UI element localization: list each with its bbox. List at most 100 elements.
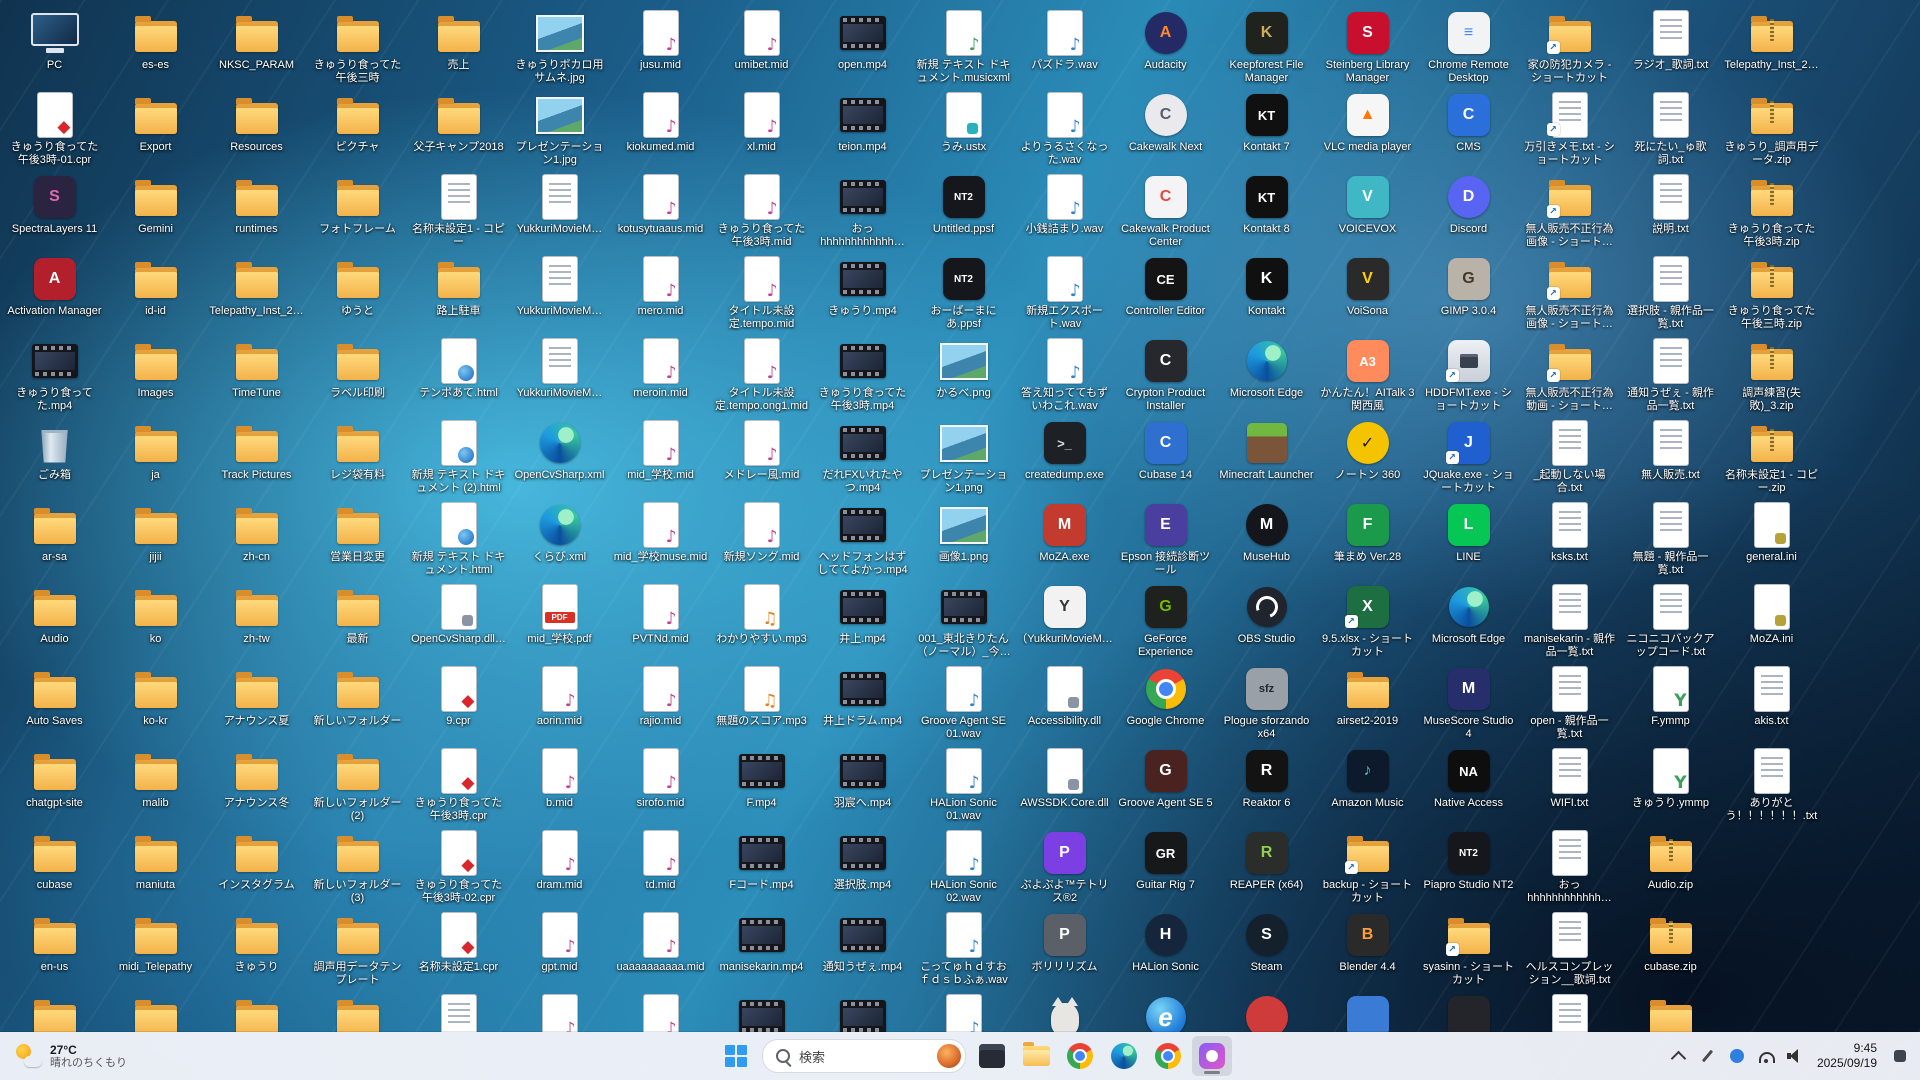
desktop-icon[interactable]: Y（YukkuriMovieM… — [1014, 580, 1115, 662]
taskbar-app-chrome[interactable] — [1060, 1036, 1100, 1076]
desktop-icon[interactable]: ♪答え知っててもずいわこれ.wav — [1014, 334, 1115, 416]
desktop-icon[interactable]: ↗家の防犯カメラ - ショートカット — [1519, 6, 1620, 88]
desktop-icon[interactable]: ♪HALion Sonic 02.wav — [913, 826, 1014, 908]
desktop-icon[interactable]: Audio — [4, 580, 105, 662]
desktop-icon[interactable]: GGIMP 3.0.4 — [1418, 252, 1519, 334]
desktop-icon[interactable]: KTKontakt 7 — [1216, 88, 1317, 170]
desktop-icon[interactable]: akis.txt — [1721, 662, 1822, 744]
desktop-icon[interactable]: midi_Telepathy — [105, 908, 206, 990]
desktop-icon[interactable]: ♪タイトル未設定.tempo.mid — [711, 252, 812, 334]
desktop-icon[interactable]: zh-cn — [206, 498, 307, 580]
desktop-icon[interactable] — [105, 990, 206, 1032]
desktop-icon[interactable]: ♪b.mid — [509, 744, 610, 826]
desktop-icon[interactable]: ♪新規 テキスト ドキュメント.musicxml — [913, 6, 1014, 88]
desktop-icon[interactable]: CCMS — [1418, 88, 1519, 170]
desktop-icon[interactable]: CCrypton Product Installer — [1115, 334, 1216, 416]
desktop-icon[interactable]: 通知うぜぇ - 親作品一覧.txt — [1620, 334, 1721, 416]
desktop-icon[interactable]: だれFXいれたやつ.mp4 — [812, 416, 913, 498]
desktop-icon[interactable]: 新しいフォルダー (2) — [307, 744, 408, 826]
desktop-icon[interactable]: 選択肢 - 親作品一覧.txt — [1620, 252, 1721, 334]
desktop-icon[interactable]: ♫無題のスコア.mp3 — [711, 662, 812, 744]
desktop-icon[interactable]: ko — [105, 580, 206, 662]
desktop-icon[interactable]: manisekarin - 親作品一覧.txt — [1519, 580, 1620, 662]
desktop-icon[interactable]: airset2-2019 — [1317, 662, 1418, 744]
desktop-icon[interactable]: きゅうり食ってた午後3時.mp4 — [812, 334, 913, 416]
desktop-icon[interactable]: ♪mid_学校.mid — [610, 416, 711, 498]
desktop-icon[interactable]: 最新 — [307, 580, 408, 662]
desktop-icon[interactable]: ♪mero.mid — [610, 252, 711, 334]
desktop-icon[interactable] — [1418, 990, 1519, 1032]
desktop-icon[interactable]: 説明.txt — [1620, 170, 1721, 252]
desktop-icon[interactable]: ↗万引きメモ.txt - ショートカット — [1519, 88, 1620, 170]
desktop-icon[interactable]: ja — [105, 416, 206, 498]
desktop-icon[interactable]: YukkuriMovieM… — [509, 252, 610, 334]
desktop-icon[interactable]: きゅうり食ってた.mp4 — [4, 334, 105, 416]
desktop-icon[interactable]: Resources — [206, 88, 307, 170]
desktop-icon[interactable]: AActivation Manager — [4, 252, 105, 334]
desktop-icon[interactable]: ヘルスコンプレッション__歌詞.txt — [1519, 908, 1620, 990]
desktop-icon[interactable]: アナウンス夏 — [206, 662, 307, 744]
desktop-icon[interactable]: _起動しない場合.txt — [1519, 416, 1620, 498]
desktop-icon[interactable]: 新規 テキスト ドキュメント (2).html — [408, 416, 509, 498]
desktop-icon[interactable]: 名称未設定1 - コピー — [408, 170, 509, 252]
desktop-icon[interactable]: sfzPlogue sforzando x64 — [1216, 662, 1317, 744]
search-input[interactable]: 検索 — [762, 1039, 966, 1073]
desktop-icon[interactable]: KKeepforest File Manager — [1216, 6, 1317, 88]
volume-icon[interactable] — [1786, 1036, 1804, 1076]
desktop-icon[interactable] — [1216, 990, 1317, 1032]
desktop-icon[interactable] — [1317, 990, 1418, 1032]
desktop-icon[interactable]: ♪jusu.mid — [610, 6, 711, 88]
desktop-icon[interactable]: きゅうり_調声用データ.zip — [1721, 88, 1822, 170]
desktop-icon[interactable]: おっhhhhhhhhhhhh… — [1519, 826, 1620, 908]
desktop-icon[interactable]: ♪kiokumed.mid — [610, 88, 711, 170]
pen-icon[interactable] — [1699, 1036, 1717, 1076]
desktop-icon[interactable]: zh-tw — [206, 580, 307, 662]
desktop-icon[interactable]: ↗無人販売不正行為画像 - ショートカット — [1519, 252, 1620, 334]
desktop-icon[interactable]: J↗JQuake.exe - ショートカット — [1418, 416, 1519, 498]
desktop-icon[interactable]: en-us — [4, 908, 105, 990]
desktop-icon[interactable]: AWSSDK.Core.dll — [1014, 744, 1115, 826]
start-button[interactable] — [716, 1036, 756, 1076]
taskbar-app-file-explorer[interactable] — [1016, 1036, 1056, 1076]
desktop-icon[interactable]: 営業日変更 — [307, 498, 408, 580]
desktop-icon[interactable]: ♪HALion Sonic 01.wav — [913, 744, 1014, 826]
desktop-icon[interactable]: ゆうと — [307, 252, 408, 334]
desktop-icon[interactable]: ♪新規ソング.mid — [711, 498, 812, 580]
desktop-icon[interactable]: jijii — [105, 498, 206, 580]
desktop-icon[interactable]: id-id — [105, 252, 206, 334]
desktop-icon[interactable]: SSteam — [1216, 908, 1317, 990]
desktop-icon[interactable]: Pポリリリズム — [1014, 908, 1115, 990]
desktop-icon[interactable]: ↗HDDFMT.exe - ショートカット — [1418, 334, 1519, 416]
desktop-icon[interactable]: ♪新規エクスポート.wav — [1014, 252, 1115, 334]
desktop-icon[interactable]: ↗syasinn - ショートカット — [1418, 908, 1519, 990]
desktop-icon[interactable]: CCubase 14 — [1115, 416, 1216, 498]
desktop-icon[interactable]: WIFI.txt — [1519, 744, 1620, 826]
bluetooth-icon[interactable] — [1728, 1036, 1746, 1076]
desktop-icon[interactable]: NKSC_PARAM — [206, 6, 307, 88]
desktop-icon[interactable]: VVoiSona — [1317, 252, 1418, 334]
desktop-icon[interactable]: open.mp4 — [812, 6, 913, 88]
desktop-icon[interactable]: NANative Access — [1418, 744, 1519, 826]
desktop-icon[interactable]: e — [1115, 990, 1216, 1032]
taskbar-app-window-app[interactable] — [972, 1036, 1012, 1076]
desktop-icon[interactable]: 父子キャンプ2018 — [408, 88, 509, 170]
desktop-icon[interactable]: テンポあて.html — [408, 334, 509, 416]
desktop-icon[interactable]: EEpson 接続診断ツール — [1115, 498, 1216, 580]
desktop-icon[interactable] — [812, 990, 913, 1032]
desktop-icon[interactable]: ♪きゅうり食ってた午後3時.mid — [711, 170, 812, 252]
desktop-icon[interactable]: インスタグラム — [206, 826, 307, 908]
desktop-icon[interactable]: SSpectraLayers 11 — [4, 170, 105, 252]
desktop-icon[interactable]: ♪umibet.mid — [711, 6, 812, 88]
desktop-icon[interactable]: GRGuitar Rig 7 — [1115, 826, 1216, 908]
desktop-icon[interactable]: きゅうり.mp4 — [812, 252, 913, 334]
desktop-icon[interactable]: ◆きゅうり食ってた午後3時-01.cpr — [4, 88, 105, 170]
desktop-icon[interactable]: 001_東北きりたん（ノーマル）_今じゃ… — [913, 580, 1014, 662]
desktop-icon[interactable]: Export — [105, 88, 206, 170]
desktop-icon[interactable]: maniuta — [105, 826, 206, 908]
desktop-icon[interactable]: ♪kotusytuaaus.mid — [610, 170, 711, 252]
desktop-icon[interactable]: MMuseHub — [1216, 498, 1317, 580]
desktop-icon[interactable]: くらび.xml — [509, 498, 610, 580]
desktop-icon[interactable]: MMuseScore Studio 4 — [1418, 662, 1519, 744]
desktop-icon[interactable]: ↗無人販売不正行為画像 - ショートカッ… — [1519, 170, 1620, 252]
desktop-icon[interactable]: ◆9.cpr — [408, 662, 509, 744]
